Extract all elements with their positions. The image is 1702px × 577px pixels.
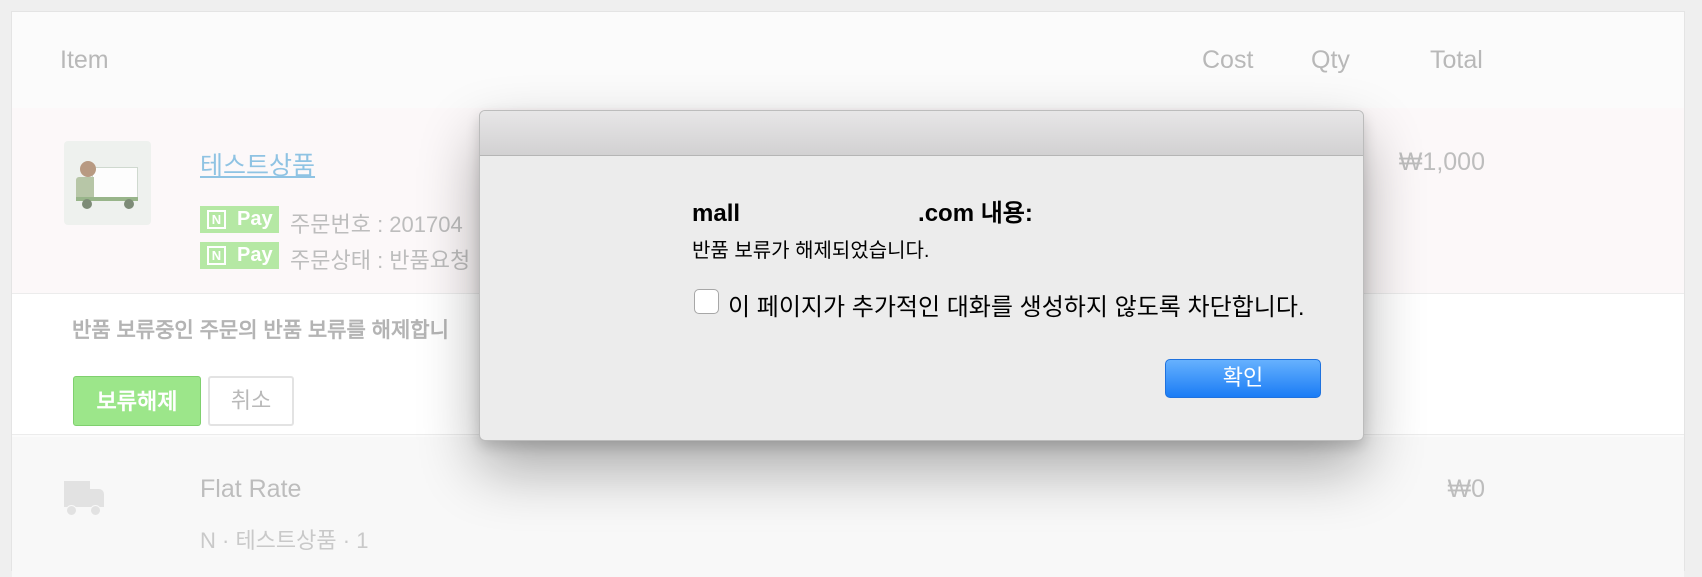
dialog-title-prefix: mall — [692, 200, 741, 227]
truck-icon-body — [64, 481, 90, 507]
dialog-message: 반품 보류가 해제되었습니다. — [692, 240, 930, 262]
thumbnail-truck-body — [92, 167, 138, 199]
shipping-total: ₩0 — [1447, 475, 1486, 503]
block-dialogs-label[interactable]: 이 페이지가 추가적인 대화를 생성하지 않도록 차단합니다. — [728, 287, 1305, 322]
shipping-method: Flat Rate — [200, 475, 302, 503]
column-header-total: Total — [1430, 46, 1483, 74]
redacted-domain — [740, 200, 919, 229]
column-header-qty: Qty — [1311, 46, 1350, 74]
npay-logo-icon: N — [207, 210, 226, 229]
cancel-button[interactable]: 취소 — [208, 376, 294, 426]
product-name-link[interactable]: 테스트상품 — [200, 146, 315, 182]
column-header-cost: Cost — [1202, 46, 1254, 74]
dialog-titlebar — [480, 111, 1363, 156]
block-dialogs-checkbox[interactable] — [694, 289, 719, 314]
thumbnail-wheel — [82, 199, 92, 209]
column-header-item: Item — [60, 46, 109, 74]
npay-badge-label: Pay — [237, 208, 273, 230]
thumbnail-truck-cab — [76, 177, 94, 197]
truck-icon-wheel — [66, 505, 77, 516]
npay-badge: N Pay — [200, 242, 279, 269]
npay-badge-label: Pay — [237, 244, 273, 266]
order-status: 주문상태 : 반품요청 — [290, 248, 471, 273]
thumbnail-character — [80, 161, 96, 177]
thumbnail-wheel — [124, 199, 134, 209]
dialog-title-suffix: .com 내용: — [918, 200, 1033, 227]
shipping-row: Flat Rate ₩0 N · 테스트상품 · 1 — [12, 437, 1684, 577]
item-total: ₩1,000 — [1398, 148, 1485, 176]
return-hold-message: 반품 보류중인 주문의 반품 보류를 해제합니 — [72, 319, 449, 342]
npay-logo-icon: N — [207, 246, 226, 265]
order-number: 주문번호 : 201704 — [290, 212, 463, 237]
truck-icon-wheel — [90, 505, 101, 516]
shipping-meta: N · 테스트상품 · 1 — [200, 528, 369, 553]
release-hold-button[interactable]: 보류해제 — [73, 376, 201, 426]
product-thumbnail[interactable] — [64, 141, 151, 225]
ok-button[interactable]: 확인 — [1165, 359, 1321, 398]
npay-badge: N Pay — [200, 206, 279, 233]
truck-icon — [64, 481, 104, 516]
dialog-title: mall .com 내용: — [692, 193, 1033, 229]
alert-dialog: mall .com 내용: 반품 보류가 해제되었습니다. 이 페이지가 추가적인… — [479, 110, 1364, 441]
